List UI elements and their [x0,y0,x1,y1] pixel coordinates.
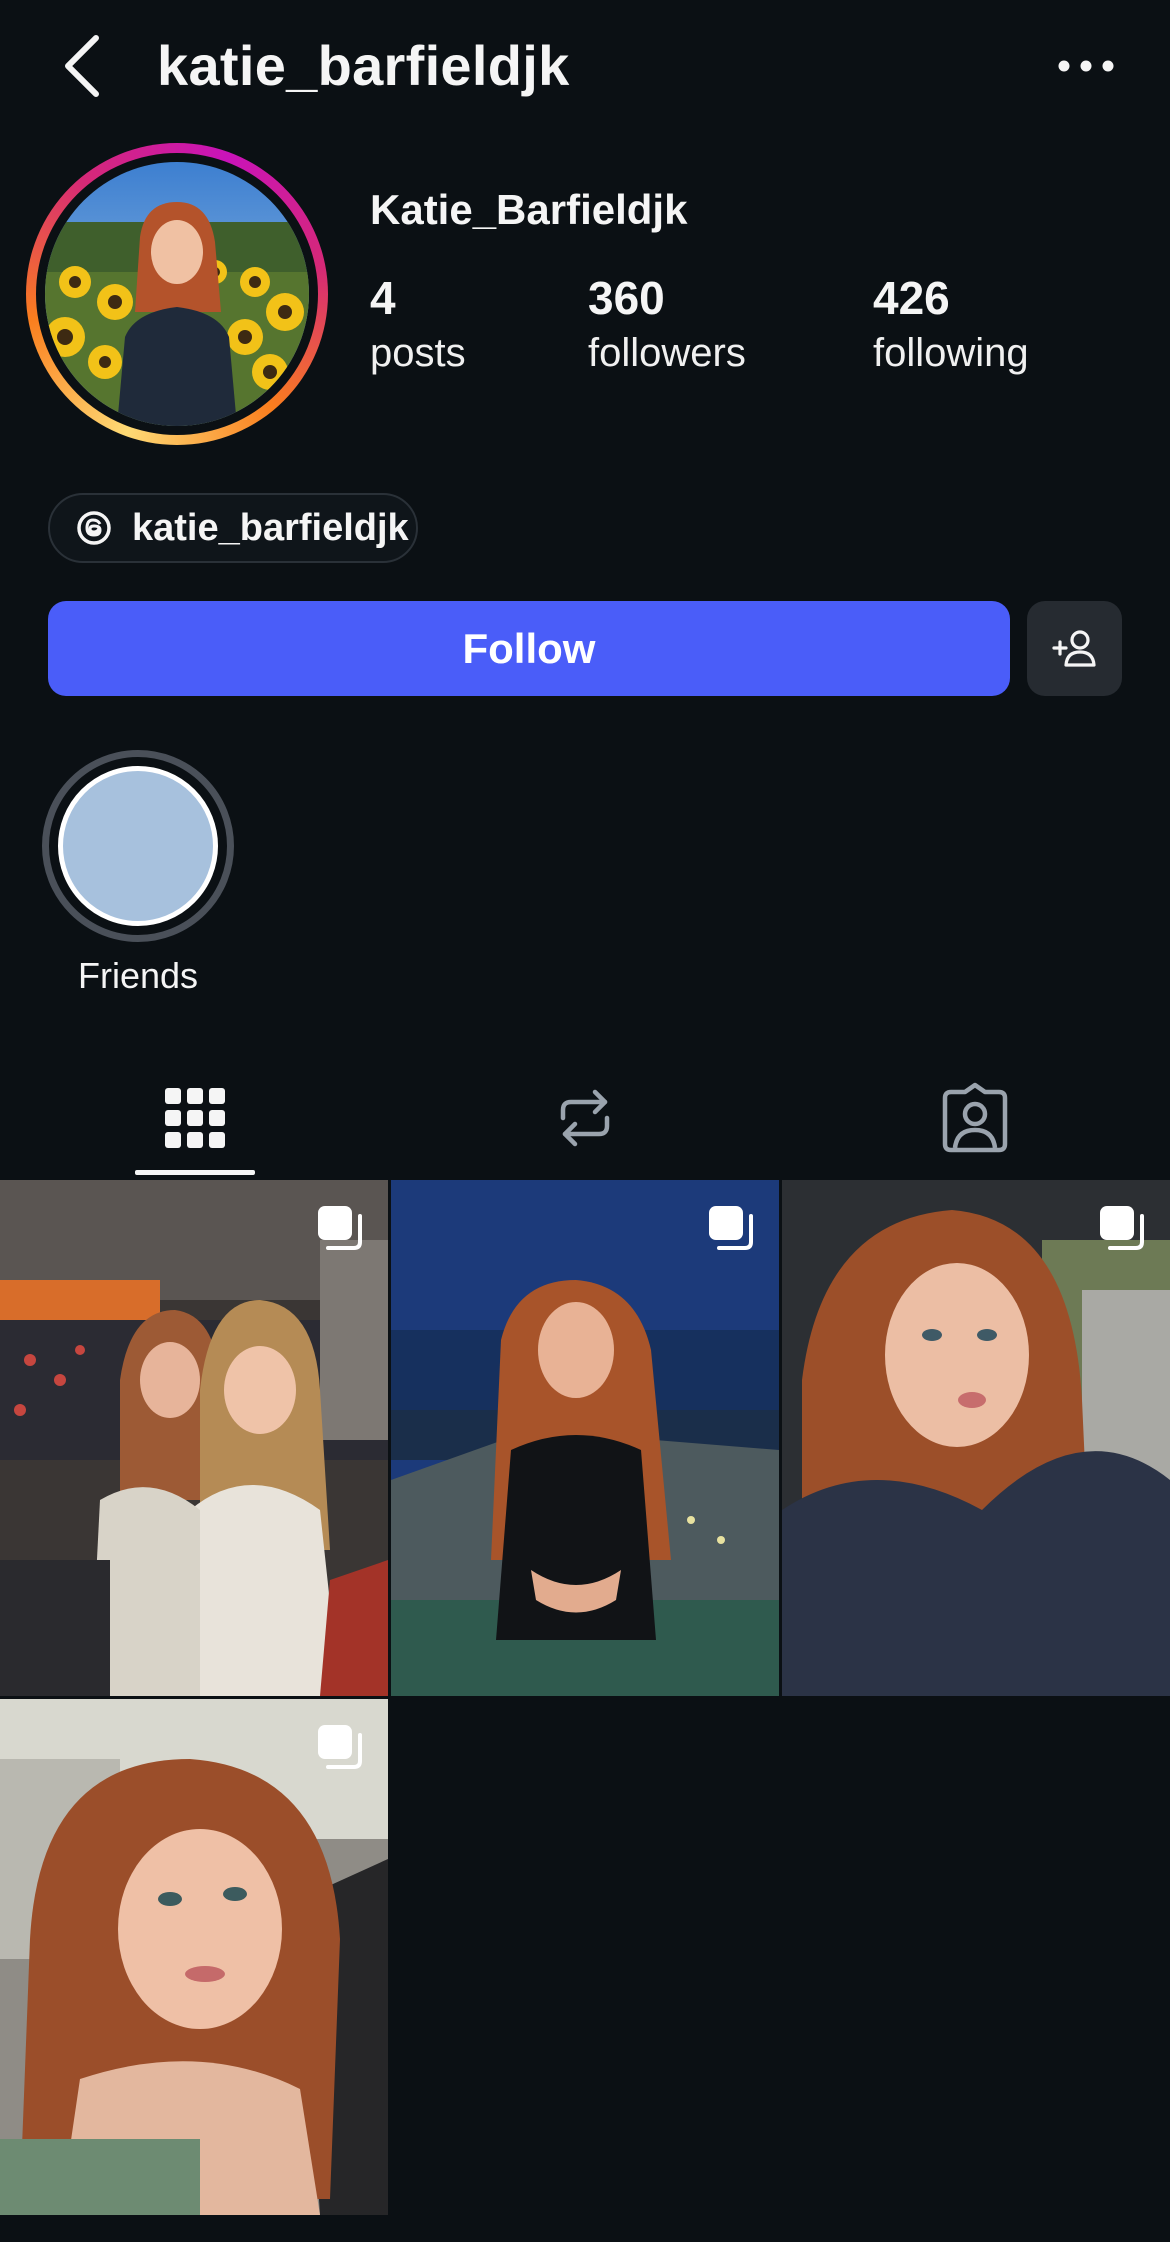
highlight-cover [58,766,218,926]
carousel-icon [318,1206,362,1250]
avatar [45,162,309,426]
post-image [391,1180,779,1696]
more-options-button[interactable] [1054,40,1118,92]
active-tab-indicator [135,1170,255,1175]
following-label: following [873,331,1029,375]
threads-handle: katie_barfieldjk [132,506,409,549]
back-button[interactable] [56,30,112,102]
following-count: 426 [873,272,950,324]
tab-reposts[interactable] [390,1060,780,1176]
carousel-icon [318,1725,362,1769]
highlight-ring [42,750,234,942]
following-stat[interactable]: 426 following [873,268,1029,378]
followers-count: 360 [588,272,665,324]
ellipsis-icon [1058,60,1114,72]
threads-icon [77,511,111,545]
post-image [0,1180,388,1696]
tagged-person-icon [942,1082,1008,1153]
story-ring[interactable] [26,143,328,445]
post-thumbnail[interactable] [391,1180,779,1696]
story-highlight[interactable]: Friends [40,750,236,998]
suggested-accounts-button[interactable] [1027,601,1122,696]
carousel-icon [709,1206,753,1250]
grid-icon [165,1088,225,1148]
posts-label: posts [370,331,466,375]
post-thumbnail[interactable] [0,1180,388,1696]
page-title: katie_barfieldjk [157,34,570,97]
chevron-left-icon [65,35,99,97]
followers-stat[interactable]: 360 followers [588,268,746,378]
follow-button-label: Follow [462,624,596,672]
profile-tabs [0,1060,1170,1176]
repost-icon [560,1089,610,1147]
top-bar: katie_barfieldjk [0,0,1170,132]
follow-button[interactable]: Follow [48,601,1010,696]
followers-label: followers [588,331,746,375]
highlight-label: Friends [77,955,199,996]
post-image [782,1180,1170,1696]
threads-badge[interactable]: katie_barfieldjk [48,493,418,563]
posts-count: 4 [370,272,396,324]
post-thumbnail[interactable] [0,1699,388,2215]
add-person-icon [1051,629,1096,667]
post-image [0,1699,388,2215]
tab-tagged[interactable] [780,1060,1170,1176]
carousel-icon [1100,1206,1144,1250]
tab-posts-grid[interactable] [0,1060,390,1176]
posts-stat: 4 posts [370,268,466,378]
post-thumbnail[interactable] [782,1180,1170,1696]
display-name: Katie_Barfieldjk [370,186,688,233]
